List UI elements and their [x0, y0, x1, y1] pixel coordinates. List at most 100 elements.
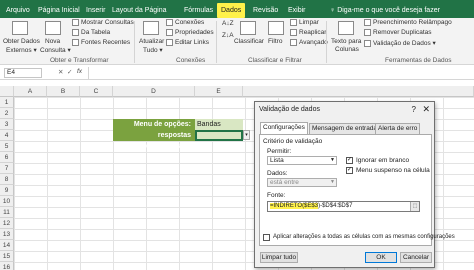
obter-dados-label2[interactable]: Externos ▾ [6, 46, 37, 54]
enter-icon[interactable]: ✓ [67, 68, 72, 76]
tab-configuracoes[interactable]: Configurações [260, 122, 308, 134]
refresh-icon [143, 21, 159, 35]
aplicar-checkbox[interactable] [263, 234, 270, 241]
tab-revisao[interactable]: Revisão [249, 3, 282, 18]
row-header[interactable]: 12 [0, 218, 14, 229]
group-separator [326, 21, 327, 63]
column-header-e[interactable]: E [195, 86, 243, 97]
editar-links-button[interactable]: Editar Links [166, 39, 209, 46]
group-separator [216, 21, 217, 63]
row-header[interactable]: 8 [0, 174, 14, 185]
da-tabela-button[interactable]: Da Tabela [72, 29, 110, 36]
ignorar-branco-label: Ignorar em branco [356, 157, 410, 164]
formula-input[interactable] [88, 67, 472, 79]
reaplicar-button[interactable]: Reaplicar [290, 29, 326, 36]
propriedades-button[interactable]: Propriedades [166, 29, 214, 36]
tab-dados[interactable]: Dados [217, 3, 246, 18]
clear-icon [290, 19, 297, 26]
menu-suspenso-checkbox[interactable]: ✓ [346, 167, 353, 174]
tab-exibir[interactable]: Exibir [284, 3, 310, 18]
dados-label: Dados: [267, 170, 288, 177]
cell-d4[interactable]: respostas condicionais: [113, 130, 195, 150]
column-header-d[interactable]: D [113, 86, 195, 97]
row-header[interactable]: 11 [0, 207, 14, 218]
ignorar-branco-checkbox[interactable]: ✓ [346, 157, 353, 164]
help-icon[interactable]: ? [412, 105, 416, 114]
cancel-icon[interactable]: ✕ [58, 68, 63, 76]
tell-me-search[interactable]: ♀ Diga-me o que você deseja fazer [330, 3, 440, 18]
row-header[interactable]: 9 [0, 185, 14, 196]
row-header[interactable]: 4 [0, 130, 14, 141]
atualizar-label[interactable]: Atualizar [139, 38, 164, 45]
row-header[interactable]: 14 [0, 240, 14, 251]
tab-pagina-inicial[interactable]: Página Inicial [34, 3, 84, 18]
row-header[interactable]: 15 [0, 251, 14, 262]
classificar-label[interactable]: Classificar [234, 38, 264, 45]
cell-e4-selected[interactable] [195, 130, 243, 141]
tab-inserir[interactable]: Inserir [82, 3, 109, 18]
permitir-select[interactable]: Lista ▼ [267, 156, 337, 165]
nova-consulta-label[interactable]: Nova [45, 38, 60, 45]
nova-consulta-label2[interactable]: Consulta ▾ [40, 46, 71, 54]
remove-duplicates-icon [364, 29, 371, 36]
conexoes-button[interactable]: Conexões [166, 19, 204, 26]
validacao-dados-button[interactable]: Validação de Dados ▾ [364, 39, 436, 47]
cell-dropdown-arrow-icon[interactable]: ▾ [243, 130, 250, 140]
data-validation-icon [364, 39, 371, 47]
texto-colunas-label2[interactable]: Colunas [335, 46, 359, 53]
range-select-icon[interactable]: ⬚ [410, 202, 419, 211]
close-icon[interactable]: ✕ [422, 104, 430, 115]
fonte-input[interactable]: =INDIRETO($E$3)-$D$4:$D$7 ⬚ [267, 201, 420, 212]
cell-e3[interactable]: Bandas [195, 119, 243, 130]
cell-d3[interactable]: Menu de opções: [113, 119, 195, 130]
sort-za-button[interactable]: Z↓A [222, 32, 234, 39]
row-header[interactable]: 2 [0, 108, 14, 119]
column-header-a[interactable]: A [14, 86, 47, 97]
recent-sources-icon [72, 39, 79, 46]
group-separator [134, 21, 135, 63]
remover-duplicatas-button[interactable]: Remover Duplicatas [364, 29, 432, 36]
preenchimento-button[interactable]: Preenchimento Relâmpago [364, 19, 452, 26]
dados-select[interactable]: está entre ▼ [267, 178, 337, 187]
row-header[interactable]: 16 [0, 262, 14, 270]
column-header-c[interactable]: C [80, 86, 113, 97]
ok-button[interactable]: OK [365, 252, 397, 263]
flash-fill-icon [364, 19, 371, 26]
row-header[interactable]: 10 [0, 196, 14, 207]
permitir-label: Permitir: [267, 148, 292, 155]
row-header[interactable]: 3 [0, 119, 14, 130]
row-header[interactable]: 7 [0, 163, 14, 174]
ribbon-tab-bar: Arquivo Página Inicial Inserir Layout da… [0, 0, 474, 18]
ribbon: Obter Dados Externos ▾ Nova Consulta ▾ M… [0, 18, 474, 65]
row-header[interactable]: 1 [0, 97, 14, 108]
atualizar-label2[interactable]: Tudo ▾ [143, 46, 163, 54]
tab-mensagem-entrada[interactable]: Mensagem de entrada [309, 123, 381, 134]
group-ferramentas-dados: Ferramentas de Dados [385, 57, 452, 64]
cancelar-button[interactable]: Cancelar [400, 252, 432, 263]
mostrar-consultas-button[interactable]: Mostrar Consultas [72, 19, 134, 26]
sort-az-button[interactable]: A↓Z [222, 20, 234, 27]
obter-dados-label[interactable]: Obter Dados [3, 38, 40, 45]
fx-icon[interactable]: fx [77, 68, 82, 75]
tab-layout[interactable]: Layout da Página [108, 3, 171, 18]
tab-formulas[interactable]: Fórmulas [180, 3, 217, 18]
sort-icon [240, 21, 256, 35]
row-header[interactable]: 5 [0, 141, 14, 152]
limpar-button[interactable]: Limpar [290, 19, 319, 26]
column-header-rest [243, 86, 474, 97]
menu-suspenso-label: Menu suspenso na célula [356, 167, 430, 174]
column-header-b[interactable]: B [47, 86, 80, 97]
limpar-tudo-button[interactable]: Limpar tudo [260, 252, 298, 263]
avancado-button[interactable]: Avançado [290, 39, 328, 46]
fontes-recentes-button[interactable]: Fontes Recentes [72, 39, 130, 46]
tab-alerta-erro[interactable]: Alerta de erro [375, 123, 421, 134]
filtro-label[interactable]: Filtro [268, 38, 282, 45]
texto-colunas-label[interactable]: Texto para [331, 38, 361, 45]
name-box[interactable]: E4 [4, 68, 42, 78]
chevron-down-icon: ▼ [330, 179, 335, 185]
row-header[interactable]: 6 [0, 152, 14, 163]
select-all-corner[interactable] [0, 86, 14, 97]
group-classificar-filtrar: Classificar e Filtrar [248, 57, 302, 64]
row-header[interactable]: 13 [0, 229, 14, 240]
tab-arquivo[interactable]: Arquivo [2, 3, 34, 18]
